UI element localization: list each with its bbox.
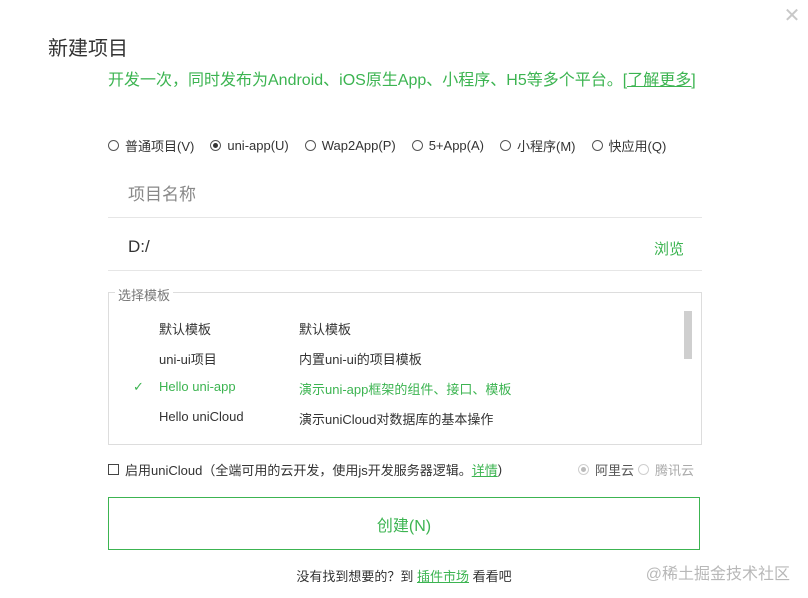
type-label: uni-app(U) bbox=[227, 138, 289, 153]
radio-icon bbox=[638, 464, 650, 475]
radio-icon bbox=[304, 140, 316, 151]
plugin-market-link[interactable]: 插件市场 bbox=[417, 569, 469, 584]
provider-label: 腾讯云 bbox=[655, 463, 695, 478]
dialog-subtitle: 开发一次，同时发布为Android、iOS原生App、小程序、H5等多个平台。[… bbox=[108, 66, 696, 90]
provider-label: 阿里云 bbox=[595, 463, 635, 478]
template-item-hello-uniapp[interactable]: ✓ Hello uni-app 演示uni-app框架的组件、接口、模板 bbox=[109, 377, 679, 399]
unicloud-label: 启用uniCloud bbox=[125, 463, 203, 478]
project-path-input[interactable] bbox=[108, 228, 608, 266]
create-button[interactable]: 创建(N) bbox=[108, 497, 700, 550]
dialog-title: 新建项目 bbox=[48, 38, 128, 60]
type-uniapp-radio[interactable]: uni-app(U) bbox=[210, 136, 289, 155]
radio-checked-icon bbox=[578, 464, 589, 475]
template-list: 选择模板 默认模板 默认模板 uni-ui项目 内置uni-ui的项目模板 ✓ … bbox=[108, 285, 702, 445]
template-name: 默认模板 bbox=[159, 322, 212, 337]
type-miniprogram-radio[interactable]: 小程序(M) bbox=[500, 136, 576, 155]
cloud-provider-group: 阿里云 腾讯云 bbox=[578, 460, 698, 479]
type-wap2app-radio[interactable]: Wap2App(P) bbox=[304, 136, 396, 155]
type-5plusapp-radio[interactable]: 5+App(A) bbox=[411, 136, 484, 155]
unicloud-checkbox[interactable] bbox=[108, 464, 119, 475]
radio-icon bbox=[591, 140, 603, 151]
type-label: 5+App(A) bbox=[428, 138, 484, 153]
template-legend: 选择模板 bbox=[115, 285, 174, 304]
type-label: 快应用(Q) bbox=[608, 139, 667, 154]
unicloud-note: （全端可用的云开发，使用js开发服务器逻辑。 bbox=[202, 463, 472, 478]
radio-icon bbox=[500, 140, 511, 151]
check-icon: ✓ bbox=[133, 379, 144, 394]
template-desc: 默认模板 bbox=[299, 322, 352, 337]
unicloud-option: 启用uniCloud （全端可用的云开发，使用js开发服务器逻辑。 详情 ) bbox=[108, 460, 502, 479]
template-name: Hello uni-app bbox=[159, 379, 236, 394]
footer-prefix: 没有找到想要的？到 bbox=[296, 569, 417, 584]
template-item-default[interactable]: 默认模板 默认模板 bbox=[109, 317, 679, 339]
close-icon[interactable]: ✕ bbox=[782, 6, 802, 26]
type-normal-radio[interactable]: 普通项目(V) bbox=[108, 136, 194, 155]
unicloud-note-end: ) bbox=[497, 462, 503, 477]
type-quickapp-radio[interactable]: 快应用(Q) bbox=[591, 136, 667, 155]
project-path-row: 浏览 bbox=[108, 228, 702, 271]
template-item-hello-unicloud[interactable]: Hello uniCloud 演示uniCloud对数据库的基本操作 bbox=[109, 407, 679, 429]
provider-tencent-radio[interactable]: 腾讯云 bbox=[638, 460, 694, 479]
template-desc: 演示uniCloud对数据库的基本操作 bbox=[299, 412, 494, 427]
template-desc: 内置uni-ui的项目模板 bbox=[299, 352, 422, 367]
browse-button[interactable]: 浏览 bbox=[654, 238, 684, 259]
radio-icon bbox=[108, 140, 119, 151]
unicloud-detail-link[interactable]: 详情 bbox=[472, 460, 498, 479]
learn-more-link[interactable]: [了解更多] bbox=[623, 72, 696, 89]
template-scrollbar[interactable] bbox=[684, 311, 692, 359]
radio-icon bbox=[411, 140, 423, 151]
project-name-input[interactable] bbox=[108, 176, 608, 214]
footer-suffix: 看看吧 bbox=[469, 569, 512, 584]
template-desc: 演示uni-app框架的组件、接口、模板 bbox=[299, 382, 512, 397]
radio-checked-icon bbox=[210, 140, 222, 151]
type-label: 小程序(M) bbox=[517, 139, 576, 154]
project-type-group: 普通项目(V) uni-app(U) Wap2App(P) 5+App(A) 小… bbox=[108, 136, 682, 155]
subtitle-text: 开发一次，同时发布为Android、iOS原生App、小程序、H5等多个平台。 bbox=[108, 72, 623, 89]
watermark: @稀土掘金技术社区 bbox=[645, 566, 790, 583]
type-label: Wap2App(P) bbox=[321, 138, 396, 153]
provider-aliyun-radio[interactable]: 阿里云 bbox=[578, 460, 634, 479]
template-item-uni-ui[interactable]: uni-ui项目 内置uni-ui的项目模板 bbox=[109, 347, 679, 369]
template-name: Hello uniCloud bbox=[159, 409, 244, 424]
type-label: 普通项目(V) bbox=[125, 139, 195, 154]
project-name-row bbox=[108, 176, 702, 218]
template-name: uni-ui项目 bbox=[159, 352, 217, 367]
